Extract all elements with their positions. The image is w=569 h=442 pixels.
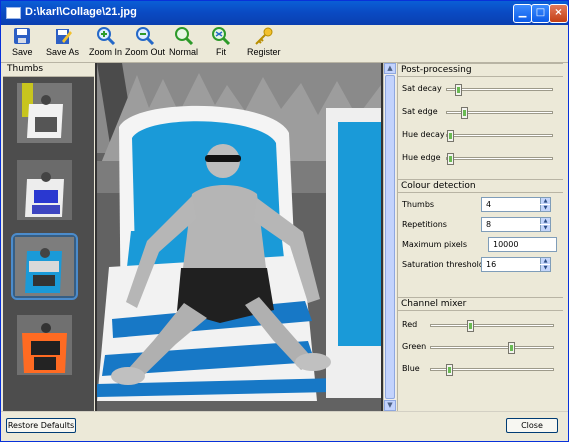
- save-as-icon: [55, 29, 72, 44]
- settings-panel: Post-processing Sat decay Sat edge Hue d…: [397, 63, 563, 411]
- application-window: D:\karl\Collage\21.jpg ▁ □ × Save Save A…: [0, 0, 569, 442]
- thumbs-header: Thumbs: [3, 63, 94, 77]
- green-label: Green: [402, 342, 427, 351]
- close-window-button[interactable]: ×: [549, 4, 568, 23]
- thumbnail-1[interactable]: [15, 81, 72, 145]
- red-slider-thumb[interactable]: [466, 320, 474, 332]
- register-label: Register: [247, 47, 281, 57]
- saturation-threshold-spinbox[interactable]: 16 ▲ ▼: [481, 257, 551, 272]
- spin-up-button[interactable]: ▲: [540, 258, 550, 264]
- green-slider[interactable]: [430, 342, 554, 354]
- close-button[interactable]: Close: [506, 418, 558, 433]
- sat-edge-label: Sat edge: [402, 107, 438, 116]
- hue-decay-label: Hue decay: [402, 130, 445, 139]
- repetitions-spinbox[interactable]: 8 ▲ ▼: [481, 217, 551, 232]
- title-bar[interactable]: D:\karl\Collage\21.jpg ▁ □ ×: [1, 1, 568, 25]
- photo-preview: [97, 63, 381, 411]
- spin-up-button[interactable]: ▲: [540, 198, 550, 204]
- saturation-threshold-label: Saturation threshold: [402, 260, 484, 269]
- hue-decay-slider-thumb[interactable]: [447, 130, 454, 142]
- zoom-in-button[interactable]: Zoom In: [89, 27, 122, 57]
- blue-slider[interactable]: [430, 364, 554, 376]
- spin-down-button[interactable]: ▼: [540, 205, 550, 211]
- floppy-disk-icon: [14, 28, 31, 44]
- scroll-up-arrow[interactable]: ▲: [384, 63, 396, 74]
- image-view[interactable]: [95, 63, 383, 411]
- zoom-out-label: Zoom Out: [125, 47, 166, 57]
- maximum-pixels-input[interactable]: 10000: [488, 237, 557, 252]
- restore-defaults-button[interactable]: Restore Defaults: [6, 418, 76, 433]
- zoom-out-button[interactable]: Zoom Out: [125, 27, 165, 57]
- thumbnail-image: [17, 160, 72, 220]
- repetitions-label: Repetitions: [402, 220, 447, 229]
- window-title: D:\karl\Collage\21.jpg: [25, 6, 137, 18]
- thumbnail-image: [15, 237, 74, 296]
- post-processing-group: Post-processing Sat decay Sat edge Hue d…: [398, 63, 563, 180]
- zoom-out-icon: [136, 27, 155, 45]
- thumbnail-3-selected[interactable]: [11, 233, 78, 300]
- sat-decay-slider-thumb[interactable]: [454, 84, 462, 96]
- hue-edge-label: Hue edge: [402, 153, 441, 162]
- thumbs-count-label: Thumbs: [402, 200, 435, 209]
- save-as-button[interactable]: Save As: [46, 27, 79, 57]
- sat-edge-slider[interactable]: [446, 107, 553, 119]
- sat-decay-slider[interactable]: [446, 84, 553, 96]
- zoom-normal-icon: [174, 27, 193, 45]
- colour-detection-title: Colour detection: [398, 180, 563, 193]
- scroll-down-arrow[interactable]: ▼: [384, 400, 396, 411]
- scrollbar-thumb[interactable]: [385, 75, 395, 399]
- green-slider-thumb[interactable]: [508, 342, 516, 354]
- app-window-icon: [6, 7, 21, 19]
- fit-button[interactable]: Fit: [211, 27, 231, 57]
- normal-zoom-button[interactable]: Normal: [169, 27, 198, 57]
- thumbnail-4[interactable]: [15, 313, 72, 377]
- thumbs-count-value: 4: [486, 200, 492, 209]
- thumbnail-image: [17, 315, 72, 375]
- channel-mixer-group: Channel mixer Red Green Blue: [398, 297, 563, 412]
- sat-decay-label: Sat decay: [402, 84, 442, 93]
- normal-label: Normal: [169, 47, 199, 57]
- maximize-button[interactable]: □: [531, 4, 550, 23]
- repetitions-value: 8: [486, 220, 492, 229]
- hue-edge-slider[interactable]: [446, 153, 553, 165]
- save-as-label: Save As: [46, 47, 80, 57]
- spin-up-button[interactable]: ▲: [540, 218, 550, 224]
- sat-edge-slider-thumb[interactable]: [460, 107, 468, 119]
- zoom-fit-icon: [212, 27, 231, 45]
- minimize-button[interactable]: ▁: [513, 4, 532, 23]
- red-label: Red: [402, 320, 418, 329]
- thumbnail-2[interactable]: [15, 158, 72, 222]
- save-button[interactable]: Save: [12, 27, 33, 57]
- blue-label: Blue: [402, 364, 420, 373]
- save-label: Save: [12, 47, 33, 57]
- spin-down-button[interactable]: ▼: [540, 265, 550, 271]
- thumbs-count-spinbox[interactable]: 4 ▲ ▼: [481, 197, 551, 212]
- blue-slider-thumb[interactable]: [445, 364, 453, 376]
- vertical-scrollbar[interactable]: ▲ ▼: [383, 63, 396, 411]
- thumbnail-image: [17, 83, 72, 143]
- red-slider[interactable]: [430, 320, 554, 332]
- colour-detection-group: Colour detection Thumbs 4 ▲ ▼ Repetitions …: [398, 179, 563, 298]
- thumbs-panel: Thumbs: [3, 63, 94, 411]
- channel-mixer-title: Channel mixer: [398, 298, 563, 311]
- post-processing-title: Post-processing: [398, 64, 563, 77]
- key-icon: [255, 27, 273, 45]
- zoom-in-label: Zoom In: [89, 47, 123, 57]
- fit-label: Fit: [216, 47, 226, 57]
- register-button[interactable]: Register: [247, 27, 281, 57]
- hue-edge-slider-thumb[interactable]: [447, 153, 454, 165]
- saturation-threshold-value: 16: [486, 260, 497, 269]
- hue-decay-slider[interactable]: [446, 130, 553, 142]
- maximum-pixels-label: Maximum pixels: [402, 240, 468, 249]
- spin-down-button[interactable]: ▼: [540, 225, 550, 231]
- button-bar: Restore Defaults Close: [1, 411, 568, 441]
- zoom-in-icon: [96, 27, 115, 45]
- toolbar: Save Save As Zoom In Zoom Out Normal Fit…: [1, 25, 568, 62]
